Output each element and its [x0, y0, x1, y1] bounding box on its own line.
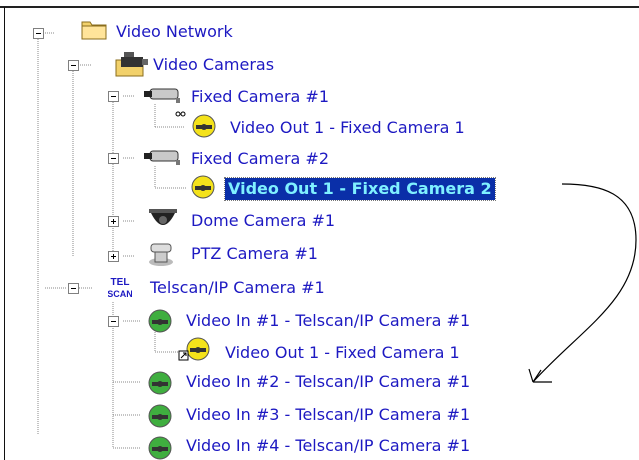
- tree-node-telscan-camera-1[interactable]: Telscan/IP Camera #1: [150, 277, 325, 299]
- tree-node-video-network[interactable]: Video Network: [116, 21, 233, 43]
- video-out-icon: [175, 111, 216, 138]
- tree-node-dome-camera-1[interactable]: Dome Camera #1: [191, 210, 335, 232]
- tree-node-video-in-4[interactable]: Video In #4 - Telscan/IP Camera #1: [186, 435, 470, 457]
- tree-node-video-cameras[interactable]: Video Cameras: [153, 54, 274, 76]
- tree-node-video-in-3[interactable]: Video In #3 - Telscan/IP Camera #1: [186, 404, 470, 426]
- expander-video-cameras[interactable]: [68, 60, 79, 71]
- video-in-icon-2: [148, 371, 172, 395]
- expander-ptz-camera-1[interactable]: [108, 251, 119, 262]
- camera-folder-icon: [115, 52, 148, 77]
- expander-fixed-camera-2[interactable]: [108, 153, 119, 164]
- expander-fixed-camera-1[interactable]: [108, 91, 119, 102]
- fixed-camera-icon-2: [144, 150, 180, 165]
- video-out-shortcut-icon: [178, 337, 210, 361]
- expander-video-in-1[interactable]: [108, 316, 119, 327]
- telscan-icon-text-2: SCAN: [108, 289, 132, 299]
- video-in-icon-3: [148, 404, 172, 428]
- link-arrow: [528, 183, 637, 383]
- video-out-icon-selected: [191, 175, 215, 199]
- expander-video-network[interactable]: [33, 28, 44, 39]
- tree-panel: TEL SCAN Video Network Video Cameras Fix…: [0, 0, 639, 460]
- telscan-icon-text-1: TEL: [111, 277, 130, 288]
- tree-node-video-out-fixed-camera-1[interactable]: Video Out 1 - Fixed Camera 1: [230, 117, 465, 139]
- tree-node-fixed-camera-1[interactable]: Fixed Camera #1: [191, 86, 329, 108]
- fixed-camera-icon: [144, 88, 180, 103]
- expander-dome-camera-1[interactable]: [108, 216, 119, 227]
- tree-node-ptz-camera-1[interactable]: PTZ Camera #1: [191, 243, 318, 265]
- telscan-icon: TEL SCAN: [108, 273, 132, 301]
- expander-telscan[interactable]: [68, 283, 79, 294]
- tree-node-video-out-fixed-camera-2-selected[interactable]: Video Out 1 - Fixed Camera 2: [224, 177, 496, 201]
- tree-node-video-in-2[interactable]: Video In #2 - Telscan/IP Camera #1: [186, 371, 470, 393]
- dome-camera-icon: [149, 209, 177, 225]
- tree-node-video-in-1[interactable]: Video In #1 - Telscan/IP Camera #1: [186, 310, 470, 332]
- tree-node-video-out-shortcut[interactable]: Video Out 1 - Fixed Camera 1: [225, 342, 460, 364]
- video-in-icon-1: [148, 309, 172, 333]
- ptz-camera-icon: [149, 243, 173, 266]
- video-in-icon-4: [148, 436, 172, 460]
- folder-icon: [81, 21, 107, 40]
- tree-node-fixed-camera-2[interactable]: Fixed Camera #2: [191, 148, 329, 170]
